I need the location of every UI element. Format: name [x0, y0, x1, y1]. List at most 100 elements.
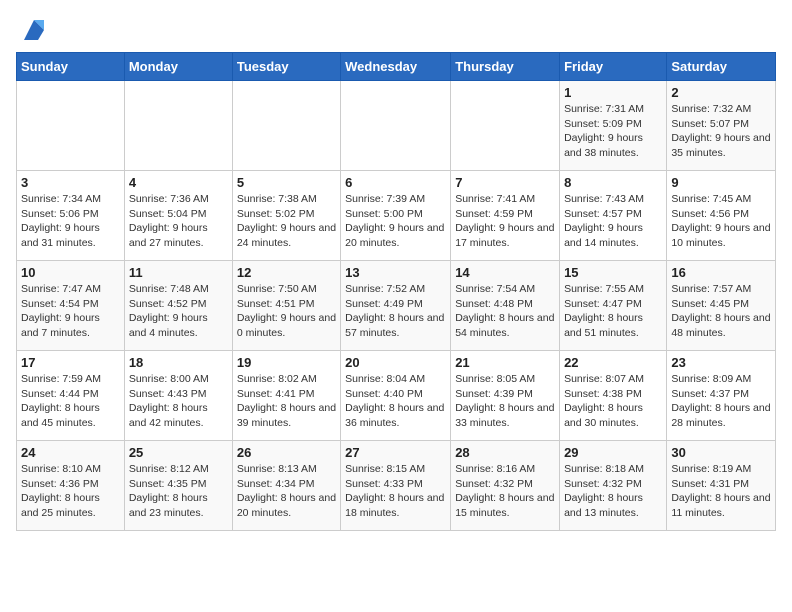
day-info: Sunrise: 8:16 AM Sunset: 4:32 PM Dayligh…	[455, 462, 555, 521]
calendar-week-1: 1 Sunrise: 7:31 AM Sunset: 5:09 PM Daylig…	[17, 81, 776, 171]
day-number: 15	[564, 265, 662, 280]
day-info: Sunrise: 7:57 AM Sunset: 4:45 PM Dayligh…	[671, 282, 771, 341]
header-day-tuesday: Tuesday	[232, 53, 340, 81]
calendar-cell: 4 Sunrise: 7:36 AM Sunset: 5:04 PM Daylig…	[124, 171, 232, 261]
logo	[16, 16, 48, 44]
header-day-friday: Friday	[560, 53, 667, 81]
day-info: Sunrise: 7:34 AM Sunset: 5:06 PM Dayligh…	[21, 192, 120, 251]
day-number: 16	[671, 265, 771, 280]
calendar-cell	[124, 81, 232, 171]
calendar-cell: 6 Sunrise: 7:39 AM Sunset: 5:00 PM Daylig…	[341, 171, 451, 261]
day-number: 8	[564, 175, 662, 190]
day-number: 6	[345, 175, 446, 190]
day-number: 20	[345, 355, 446, 370]
calendar-cell: 29 Sunrise: 8:18 AM Sunset: 4:32 PM Dayli…	[560, 441, 667, 531]
calendar-week-2: 3 Sunrise: 7:34 AM Sunset: 5:06 PM Daylig…	[17, 171, 776, 261]
day-info: Sunrise: 8:05 AM Sunset: 4:39 PM Dayligh…	[455, 372, 555, 431]
day-number: 3	[21, 175, 120, 190]
calendar-cell: 1 Sunrise: 7:31 AM Sunset: 5:09 PM Daylig…	[560, 81, 667, 171]
calendar: SundayMondayTuesdayWednesdayThursdayFrid…	[16, 52, 776, 531]
calendar-cell: 14Sunrise: 7:54 AM Sunset: 4:48 PM Dayli…	[451, 261, 560, 351]
calendar-cell: 20 Sunrise: 8:04 AM Sunset: 4:40 PM Dayli…	[341, 351, 451, 441]
day-number: 12	[237, 265, 336, 280]
header-day-sunday: Sunday	[17, 53, 125, 81]
header-day-thursday: Thursday	[451, 53, 560, 81]
calendar-body: 1 Sunrise: 7:31 AM Sunset: 5:09 PM Daylig…	[17, 81, 776, 531]
day-number: 5	[237, 175, 336, 190]
day-info: Sunrise: 7:55 AM Sunset: 4:47 PM Dayligh…	[564, 282, 662, 341]
day-info: Sunrise: 8:19 AM Sunset: 4:31 PM Dayligh…	[671, 462, 771, 521]
logo-icon	[20, 16, 48, 44]
day-number: 2	[671, 85, 771, 100]
calendar-cell: 10Sunrise: 7:47 AM Sunset: 4:54 PM Dayli…	[17, 261, 125, 351]
calendar-cell: 23Sunrise: 8:09 AM Sunset: 4:37 PM Dayli…	[667, 351, 776, 441]
day-info: Sunrise: 7:31 AM Sunset: 5:09 PM Dayligh…	[564, 102, 662, 161]
calendar-cell: 3 Sunrise: 7:34 AM Sunset: 5:06 PM Daylig…	[17, 171, 125, 261]
day-number: 28	[455, 445, 555, 460]
day-info: Sunrise: 8:04 AM Sunset: 4:40 PM Dayligh…	[345, 372, 446, 431]
day-info: Sunrise: 8:12 AM Sunset: 4:35 PM Dayligh…	[129, 462, 228, 521]
calendar-cell	[341, 81, 451, 171]
day-number: 26	[237, 445, 336, 460]
day-info: Sunrise: 7:41 AM Sunset: 4:59 PM Dayligh…	[455, 192, 555, 251]
day-info: Sunrise: 7:54 AM Sunset: 4:48 PM Dayligh…	[455, 282, 555, 341]
day-number: 25	[129, 445, 228, 460]
day-info: Sunrise: 7:39 AM Sunset: 5:00 PM Dayligh…	[345, 192, 446, 251]
calendar-cell: 27 Sunrise: 8:15 AM Sunset: 4:33 PM Dayli…	[341, 441, 451, 531]
header-day-saturday: Saturday	[667, 53, 776, 81]
calendar-cell	[17, 81, 125, 171]
day-number: 27	[345, 445, 446, 460]
day-info: Sunrise: 7:45 AM Sunset: 4:56 PM Dayligh…	[671, 192, 771, 251]
calendar-cell: 15 Sunrise: 7:55 AM Sunset: 4:47 PM Dayli…	[560, 261, 667, 351]
calendar-cell: 17 Sunrise: 7:59 AM Sunset: 4:44 PM Dayli…	[17, 351, 125, 441]
calendar-cell: 21 Sunrise: 8:05 AM Sunset: 4:39 PM Dayli…	[451, 351, 560, 441]
day-number: 22	[564, 355, 662, 370]
calendar-cell: 25 Sunrise: 8:12 AM Sunset: 4:35 PM Dayli…	[124, 441, 232, 531]
day-info: Sunrise: 7:50 AM Sunset: 4:51 PM Dayligh…	[237, 282, 336, 341]
calendar-cell: 19 Sunrise: 8:02 AM Sunset: 4:41 PM Dayli…	[232, 351, 340, 441]
day-info: Sunrise: 8:07 AM Sunset: 4:38 PM Dayligh…	[564, 372, 662, 431]
day-info: Sunrise: 7:47 AM Sunset: 4:54 PM Dayligh…	[21, 282, 120, 341]
calendar-cell: 2Sunrise: 7:32 AM Sunset: 5:07 PM Daylig…	[667, 81, 776, 171]
calendar-cell: 9 Sunrise: 7:45 AM Sunset: 4:56 PM Daylig…	[667, 171, 776, 261]
day-info: Sunrise: 7:59 AM Sunset: 4:44 PM Dayligh…	[21, 372, 120, 431]
calendar-cell: 28 Sunrise: 8:16 AM Sunset: 4:32 PM Dayli…	[451, 441, 560, 531]
calendar-week-4: 17 Sunrise: 7:59 AM Sunset: 4:44 PM Dayli…	[17, 351, 776, 441]
day-number: 9	[671, 175, 771, 190]
calendar-cell: 30 Sunrise: 8:19 AM Sunset: 4:31 PM Dayli…	[667, 441, 776, 531]
day-info: Sunrise: 7:36 AM Sunset: 5:04 PM Dayligh…	[129, 192, 228, 251]
day-number: 7	[455, 175, 555, 190]
day-number: 24	[21, 445, 120, 460]
day-number: 18	[129, 355, 228, 370]
calendar-cell: 12 Sunrise: 7:50 AM Sunset: 4:51 PM Dayli…	[232, 261, 340, 351]
day-number: 1	[564, 85, 662, 100]
calendar-week-3: 10Sunrise: 7:47 AM Sunset: 4:54 PM Dayli…	[17, 261, 776, 351]
day-info: Sunrise: 8:02 AM Sunset: 4:41 PM Dayligh…	[237, 372, 336, 431]
day-info: Sunrise: 8:00 AM Sunset: 4:43 PM Dayligh…	[129, 372, 228, 431]
header-day-monday: Monday	[124, 53, 232, 81]
day-number: 4	[129, 175, 228, 190]
day-info: Sunrise: 7:48 AM Sunset: 4:52 PM Dayligh…	[129, 282, 228, 341]
day-number: 17	[21, 355, 120, 370]
day-number: 29	[564, 445, 662, 460]
day-info: Sunrise: 8:18 AM Sunset: 4:32 PM Dayligh…	[564, 462, 662, 521]
day-info: Sunrise: 7:43 AM Sunset: 4:57 PM Dayligh…	[564, 192, 662, 251]
header-day-wednesday: Wednesday	[341, 53, 451, 81]
calendar-cell: 8 Sunrise: 7:43 AM Sunset: 4:57 PM Daylig…	[560, 171, 667, 261]
calendar-cell: 24Sunrise: 8:10 AM Sunset: 4:36 PM Dayli…	[17, 441, 125, 531]
day-info: Sunrise: 7:52 AM Sunset: 4:49 PM Dayligh…	[345, 282, 446, 341]
calendar-week-5: 24Sunrise: 8:10 AM Sunset: 4:36 PM Dayli…	[17, 441, 776, 531]
calendar-cell: 16 Sunrise: 7:57 AM Sunset: 4:45 PM Dayli…	[667, 261, 776, 351]
calendar-cell: 11 Sunrise: 7:48 AM Sunset: 4:52 PM Dayli…	[124, 261, 232, 351]
calendar-cell: 5 Sunrise: 7:38 AM Sunset: 5:02 PM Daylig…	[232, 171, 340, 261]
day-number: 21	[455, 355, 555, 370]
day-number: 19	[237, 355, 336, 370]
day-number: 30	[671, 445, 771, 460]
calendar-cell	[232, 81, 340, 171]
day-number: 11	[129, 265, 228, 280]
calendar-cell	[451, 81, 560, 171]
day-info: Sunrise: 8:09 AM Sunset: 4:37 PM Dayligh…	[671, 372, 771, 431]
day-info: Sunrise: 8:15 AM Sunset: 4:33 PM Dayligh…	[345, 462, 446, 521]
day-info: Sunrise: 7:38 AM Sunset: 5:02 PM Dayligh…	[237, 192, 336, 251]
calendar-cell: 22 Sunrise: 8:07 AM Sunset: 4:38 PM Dayli…	[560, 351, 667, 441]
